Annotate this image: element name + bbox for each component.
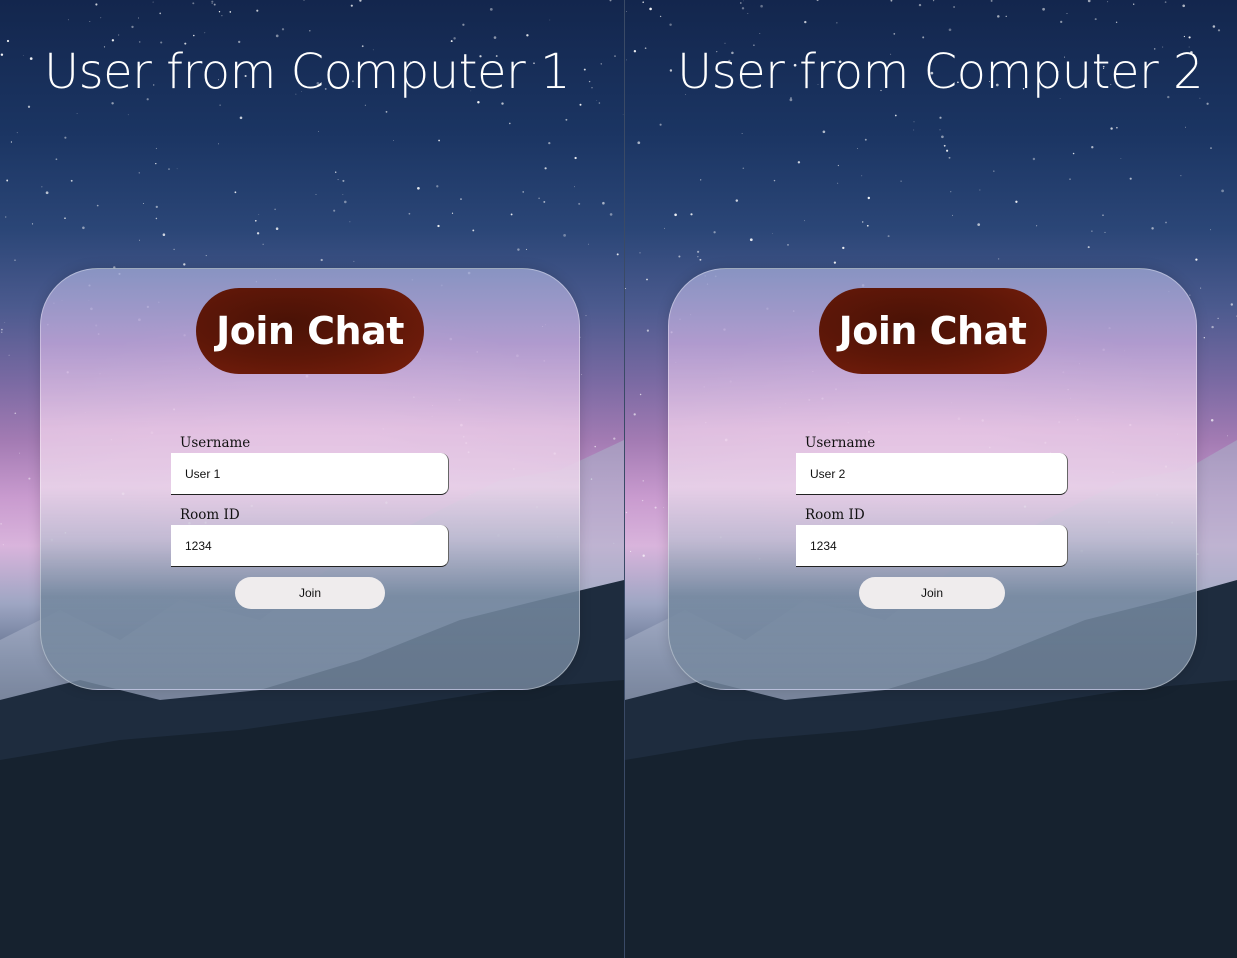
join-form: Username Room ID Join <box>171 433 449 609</box>
room-id-input[interactable] <box>171 525 449 567</box>
pane-heading: User from Computer 1 <box>44 44 571 100</box>
pane-computer-2: User from Computer 2 Join Chat Username … <box>625 0 1237 958</box>
split-screen: User from Computer 1 Join Chat Username … <box>0 0 1237 958</box>
join-chat-title: Join Chat <box>818 288 1047 374</box>
join-chat-title: Join Chat <box>196 288 424 374</box>
username-label: Username <box>180 435 251 451</box>
username-label: Username <box>805 435 876 451</box>
join-chat-card: Join Chat Username Room ID Join <box>668 268 1197 690</box>
room-id-input[interactable] <box>796 525 1068 567</box>
room-id-label: Room ID <box>805 507 865 523</box>
username-input[interactable] <box>171 453 449 495</box>
join-chat-card: Join Chat Username Room ID Join <box>40 268 580 690</box>
room-id-label: Room ID <box>180 507 240 523</box>
username-input[interactable] <box>796 453 1068 495</box>
join-button[interactable]: Join <box>859 577 1005 609</box>
join-button[interactable]: Join <box>235 577 385 609</box>
join-form: Username Room ID Join <box>796 433 1068 609</box>
pane-heading: User from Computer 2 <box>677 44 1204 100</box>
pane-computer-1: User from Computer 1 Join Chat Username … <box>0 0 624 958</box>
